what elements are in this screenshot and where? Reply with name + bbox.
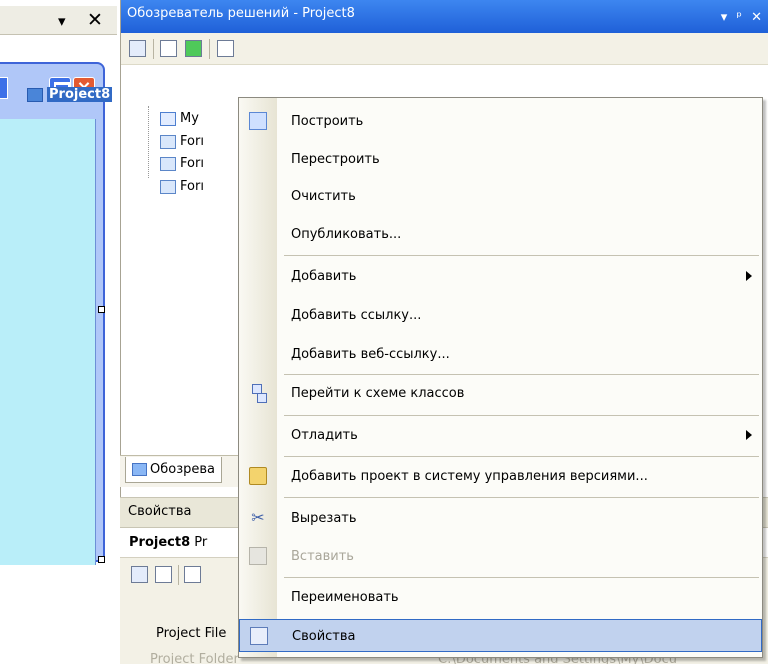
form-client-area[interactable] xyxy=(0,119,96,565)
tree-item-label: Forı xyxy=(180,134,204,149)
menu-separator xyxy=(284,456,759,457)
class-diagram-icon[interactable] xyxy=(217,40,234,57)
menu-separator xyxy=(284,415,759,416)
properties-icon xyxy=(250,627,268,645)
form-icon xyxy=(160,134,176,149)
class-diagram-icon xyxy=(249,384,267,403)
menu-item-publish[interactable]: Опубликовать... xyxy=(239,218,762,251)
submenu-arrow-icon xyxy=(746,430,752,440)
tree-item[interactable]: Forı xyxy=(160,131,204,153)
show-all-files-icon[interactable] xyxy=(160,40,177,57)
solution-explorer-toolbar xyxy=(121,33,768,65)
tree-item[interactable]: Forı xyxy=(160,176,204,198)
alphabetical-icon[interactable] xyxy=(155,566,172,583)
tree-connector xyxy=(148,106,149,178)
property-name: Project File xyxy=(156,626,227,641)
tree-item-label: Forı xyxy=(180,179,204,194)
property-pages-icon[interactable] xyxy=(184,566,201,583)
menu-item-rebuild[interactable]: Перестроить xyxy=(239,143,762,176)
menu-item-add[interactable]: Добавить xyxy=(239,260,762,293)
property-row[interactable]: Project Folder xyxy=(150,648,239,664)
dropdown-icon[interactable]: ▾ xyxy=(721,10,728,25)
context-menu: Построить Перестроить Очистить Опубликов… xyxy=(238,97,763,658)
toolbar-separator xyxy=(153,39,154,59)
menu-separator xyxy=(284,577,759,578)
dock-icon[interactable]: ᵖ xyxy=(736,10,742,25)
resize-handle[interactable] xyxy=(98,306,105,313)
minimize-button[interactable] xyxy=(0,77,8,99)
object-name: Project8 xyxy=(129,535,191,550)
designer-tab-header: ▾ ✕ xyxy=(0,6,117,35)
solution-explorer-title: Обозреватель решений - Project8 xyxy=(127,6,355,21)
tree-item-label: Forı xyxy=(180,156,204,171)
properties-title: Свойства xyxy=(128,504,192,519)
tab-solution-explorer[interactable]: Обозрева xyxy=(125,457,222,483)
add-project-icon xyxy=(249,467,267,485)
menu-separator xyxy=(284,255,759,256)
refresh-icon[interactable] xyxy=(185,40,202,57)
object-type: Pr xyxy=(194,535,208,550)
paste-icon xyxy=(249,547,267,565)
tree-item-label: My xyxy=(180,111,199,126)
close-icon[interactable]: ✕ xyxy=(87,9,103,31)
submenu-arrow-icon xyxy=(746,271,752,281)
tab-label: Обозрева xyxy=(150,462,215,477)
resize-handle[interactable] xyxy=(98,556,105,563)
tree-item[interactable]: My xyxy=(160,108,199,130)
menu-item-add-web-reference[interactable]: Добавить веб-ссылку... xyxy=(239,338,762,371)
menu-item-cut[interactable]: ✂ Вырезать xyxy=(239,502,762,535)
menu-item-rename[interactable]: Переименовать xyxy=(239,581,762,614)
menu-item-add-to-source-control[interactable]: Добавить проект в систему управления вер… xyxy=(239,460,762,493)
project-name: Project8 xyxy=(47,87,113,102)
tree-item[interactable]: Forı xyxy=(160,153,204,175)
menu-item-add-reference[interactable]: Добавить ссылку... xyxy=(239,299,762,332)
property-row[interactable]: Project File xyxy=(156,622,226,646)
form-icon xyxy=(160,156,176,171)
cut-icon: ✂ xyxy=(251,508,265,527)
form-window[interactable]: × xyxy=(0,62,105,565)
toolbar-separator xyxy=(209,39,210,59)
solution-explorer-title-bar: Обозреватель решений - Project8 ▾ ᵖ ✕ xyxy=(121,0,768,33)
tree-item-project[interactable]: Project8 xyxy=(27,84,113,106)
menu-item-view-class-diagram[interactable]: Перейти к схеме классов xyxy=(239,377,762,410)
my-project-icon xyxy=(160,111,176,126)
close-icon[interactable]: ✕ xyxy=(751,10,762,25)
properties-icon[interactable] xyxy=(129,40,146,57)
menu-item-clean[interactable]: Очистить xyxy=(239,180,762,213)
menu-item-build[interactable]: Построить xyxy=(239,105,762,138)
title-buttons: ▾ ᵖ ✕ xyxy=(721,4,762,32)
toolbar-separator xyxy=(178,565,179,585)
menu-item-debug[interactable]: Отладить xyxy=(239,419,762,452)
property-name: Project Folder xyxy=(150,652,239,664)
menu-item-properties[interactable]: Свойства xyxy=(239,619,762,652)
pin-icon[interactable]: ▾ xyxy=(58,12,66,30)
vb-project-icon xyxy=(27,87,43,102)
menu-item-paste: Вставить xyxy=(239,540,762,573)
menu-separator xyxy=(284,497,759,498)
build-icon xyxy=(249,112,267,130)
solution-explorer-icon xyxy=(132,463,147,476)
form-icon xyxy=(160,179,176,194)
menu-separator xyxy=(284,374,759,375)
categorized-icon[interactable] xyxy=(131,566,148,583)
